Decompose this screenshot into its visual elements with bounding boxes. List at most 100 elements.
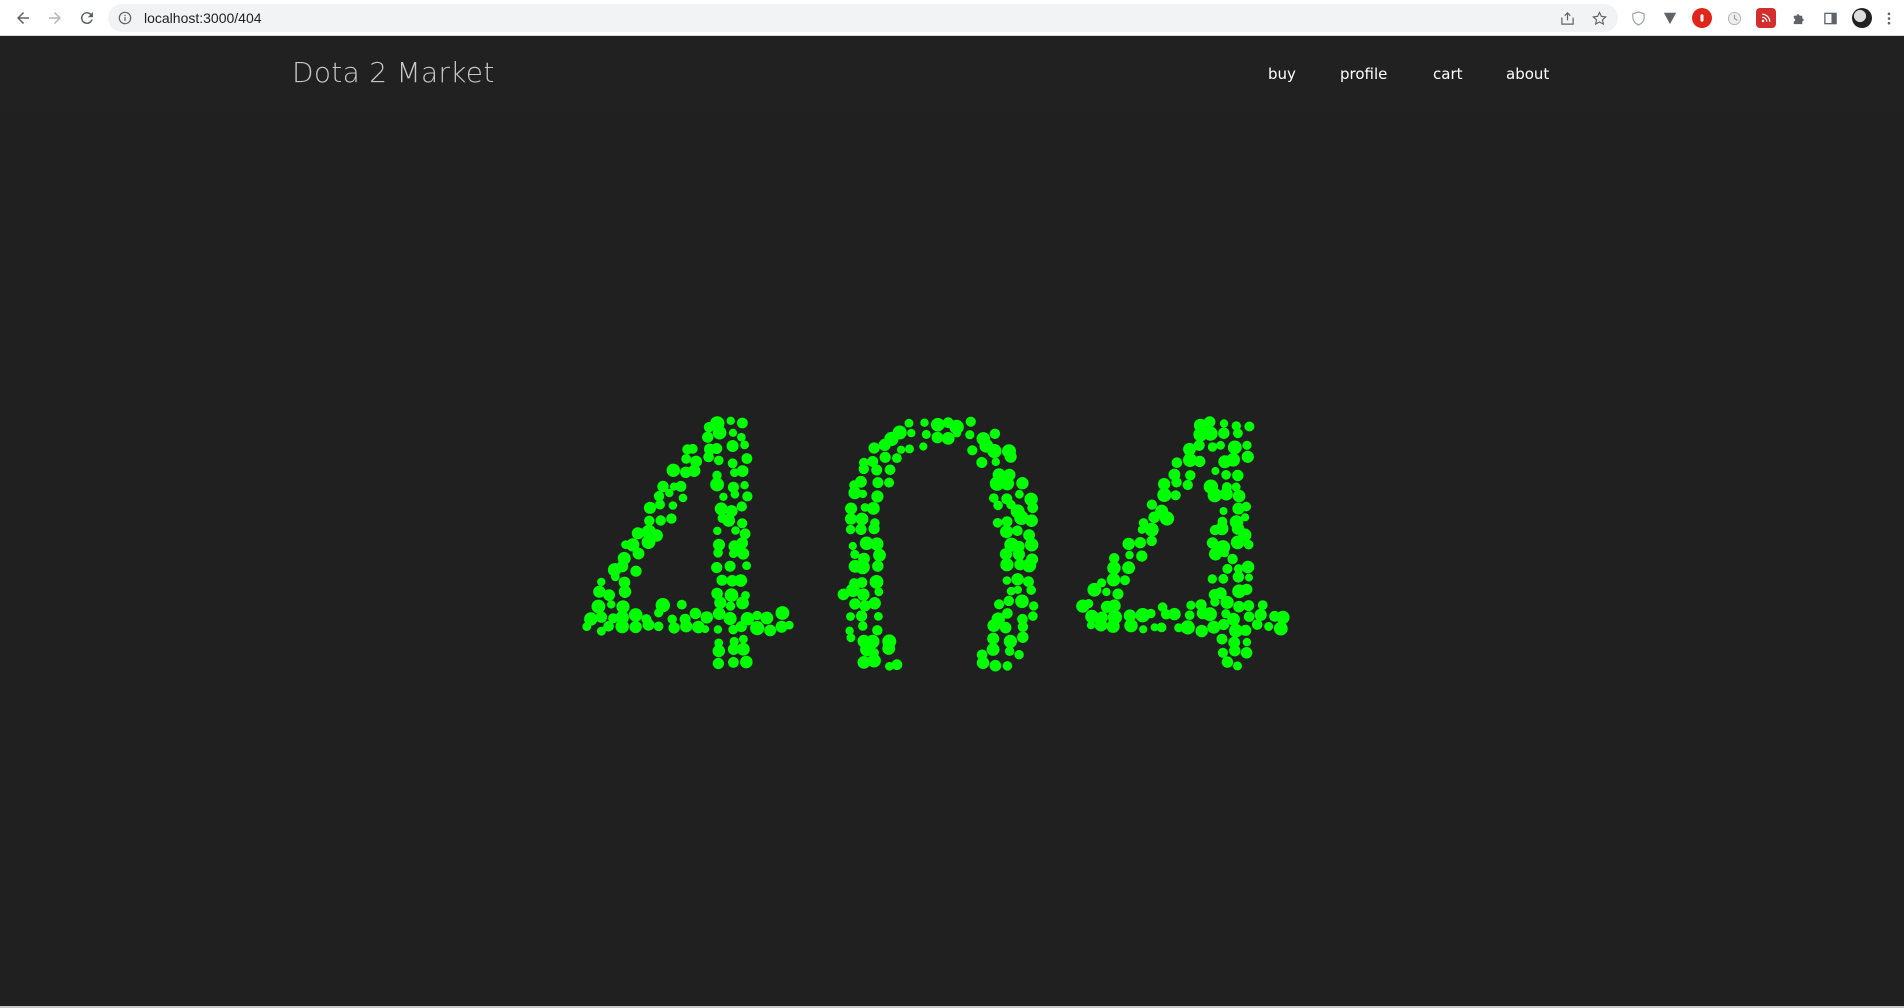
nav-link-cart[interactable]: cart: [1433, 65, 1463, 83]
error-dot: [941, 432, 955, 445]
error-dot: [1232, 469, 1244, 482]
back-icon[interactable]: [8, 3, 38, 33]
error-dot: [1207, 442, 1218, 452]
menu-icon[interactable]: [1884, 8, 1894, 28]
error-dot: [1240, 647, 1253, 659]
error-dot: [1232, 571, 1245, 583]
reload-icon[interactable]: [72, 3, 102, 33]
error-dot: [1016, 477, 1029, 490]
error-dot: [1226, 453, 1240, 467]
info-icon[interactable]: [118, 10, 134, 26]
url-text[interactable]: localhost:3000/404: [144, 10, 262, 26]
error-dot: [907, 428, 916, 438]
error-dot: [1136, 550, 1148, 562]
error-dot: [1241, 560, 1255, 574]
error-404-dots: [582, 416, 1290, 672]
error-dot: [1209, 547, 1222, 561]
error-dot: [740, 481, 749, 490]
error-dot: [736, 465, 749, 477]
error-dot: [1241, 450, 1254, 463]
error-dot: [712, 425, 727, 440]
error-dot: [1106, 573, 1121, 587]
error-dot: [871, 490, 884, 503]
error-dot: [989, 428, 1001, 439]
error-dot: [1232, 489, 1246, 503]
error-dot: [874, 587, 884, 597]
error-dot: [920, 418, 929, 427]
error-dot: [701, 625, 710, 634]
error-dot: [987, 632, 1000, 645]
error-dot: [688, 464, 701, 477]
error-dot: [878, 438, 891, 451]
error-dot: [897, 445, 906, 454]
shield-ext-icon[interactable]: [1628, 8, 1648, 28]
clock-ext-icon[interactable]: [1724, 8, 1744, 28]
error-dot: [735, 621, 747, 633]
error-dot: [869, 575, 884, 589]
error-dot: [1102, 587, 1111, 597]
error-dot: [644, 515, 655, 526]
error-dot: [1251, 619, 1263, 630]
error-dot: [892, 453, 902, 463]
star-icon[interactable]: [1590, 9, 1608, 27]
error-dot: [1204, 416, 1216, 428]
nav-link-profile[interactable]: profile: [1340, 65, 1387, 83]
share-icon[interactable]: [1558, 9, 1576, 27]
error-dot: [873, 548, 886, 562]
forward-icon[interactable]: [40, 3, 70, 33]
error-dot: [628, 608, 643, 622]
error-dot: [1148, 511, 1160, 524]
nav-link-buy[interactable]: buy: [1268, 65, 1296, 83]
error-dot: [1017, 621, 1029, 632]
error-dot: [1146, 535, 1157, 547]
error-dot: [1025, 538, 1039, 552]
error-dot: [1193, 439, 1205, 451]
brand-logo-link[interactable]: Dota 2 Market: [292, 56, 495, 89]
vpn-ext-icon[interactable]: [1660, 8, 1680, 28]
error-dot: [1207, 574, 1218, 584]
error-dot: [752, 610, 762, 621]
error-dot: [724, 560, 736, 572]
rss-ext-icon[interactable]: [1756, 8, 1776, 28]
error-dot: [730, 490, 740, 499]
error-dot: [855, 560, 870, 575]
address-bar[interactable]: localhost:3000/404: [108, 4, 1618, 32]
error-dot: [1012, 525, 1023, 537]
error-dot: [666, 513, 677, 524]
error-dot: [987, 619, 1001, 632]
sidebar-icon[interactable]: [1820, 8, 1840, 28]
error-dot: [714, 502, 728, 516]
puzzle-icon[interactable]: [1788, 8, 1808, 28]
error-dot: [891, 659, 903, 671]
error-dot: [740, 655, 753, 669]
browser-toolbar: localhost:3000/404: [0, 0, 1904, 36]
error-dot: [1230, 535, 1245, 550]
error-dot: [643, 501, 657, 514]
error-dot: [712, 644, 725, 658]
error-dot: [993, 500, 1003, 511]
error-dot: [728, 428, 738, 437]
error-dot: [868, 523, 880, 535]
error-dot: [731, 526, 740, 535]
error-dot: [999, 621, 1012, 634]
profile-avatar[interactable]: [1852, 8, 1872, 28]
error-dot: [1210, 597, 1220, 607]
error-dot: [1186, 600, 1196, 610]
error-dot: [736, 501, 747, 512]
error-dot: [1195, 624, 1208, 638]
site-header: Dota 2 Market buy profile cart about: [0, 36, 1904, 112]
error-dot: [1015, 489, 1024, 499]
error-dot: [1134, 537, 1147, 549]
error-dot: [1029, 601, 1039, 611]
error-dot: [884, 477, 895, 488]
error-dot: [1171, 477, 1182, 488]
error-dot: [919, 442, 928, 451]
nav-link-about[interactable]: about: [1506, 65, 1549, 83]
error-dot: [700, 611, 713, 624]
error-dot: [632, 547, 645, 560]
error-dot: [868, 597, 881, 610]
adblock-ext-icon[interactable]: [1692, 8, 1712, 28]
error-dot: [1218, 427, 1230, 439]
error-dot: [855, 512, 869, 526]
error-404-stage: [0, 112, 1904, 1008]
